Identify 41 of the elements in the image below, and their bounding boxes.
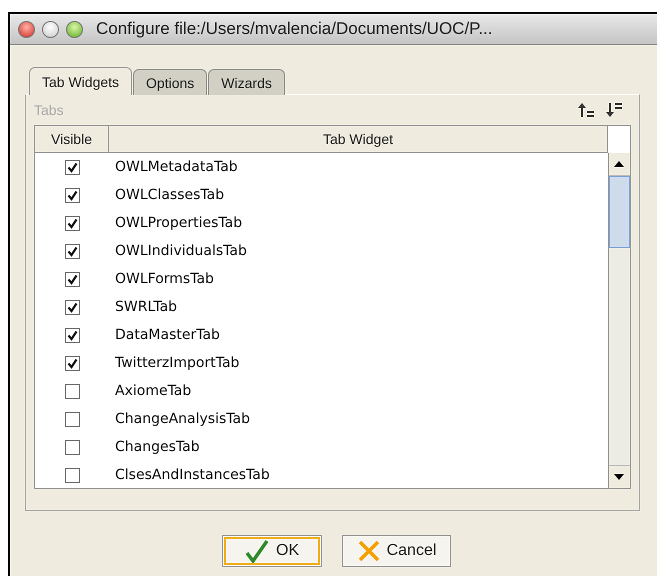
- table-cell-text: ClsesAndInstancesTab: [114, 467, 271, 483]
- zoom-button[interactable]: [66, 20, 83, 38]
- visible-checkbox[interactable]: [64, 160, 80, 174]
- table-cell-text: OWLMetadataTab: [114, 159, 239, 175]
- visible-checkbox[interactable]: [64, 384, 80, 398]
- table-cell-text: AxiomeTab: [114, 383, 192, 399]
- column-header[interactable]: Visible: [35, 126, 109, 152]
- visible-checkbox[interactable]: [64, 328, 80, 342]
- table-cell-text: TwitterzImportTab: [114, 355, 240, 371]
- tab[interactable]: Tab Widgets: [29, 67, 132, 95]
- tab[interactable]: Options: [133, 69, 208, 95]
- section-label: Tabs: [34, 102, 65, 118]
- table-cell-text: SWRLTab: [114, 299, 178, 315]
- checkmark-icon: [244, 538, 270, 564]
- visible-checkbox[interactable]: [64, 244, 80, 258]
- dialog-button[interactable]: Cancel: [342, 535, 452, 567]
- visible-checkbox[interactable]: [64, 272, 80, 286]
- table-cell-text: DataMasterTab: [114, 327, 221, 343]
- table-cell-text: ChangesTab: [114, 439, 201, 455]
- table-cell-text: OWLPropertiesTab: [114, 215, 244, 231]
- window-title: Configure file:/Users/mvalencia/Documents/UOC/P...: [96, 19, 493, 39]
- minimize-button[interactable]: [42, 20, 59, 38]
- visible-checkbox[interactable]: [64, 216, 80, 230]
- visible-checkbox[interactable]: [64, 412, 80, 426]
- visible-checkbox[interactable]: [64, 440, 80, 454]
- visible-checkbox[interactable]: [64, 300, 80, 314]
- visible-checkbox[interactable]: [64, 468, 80, 482]
- close-button[interactable]: [18, 20, 35, 38]
- scroll-thumb[interactable]: [609, 176, 630, 248]
- table-cell-text: ChangeAnalysisTab: [114, 411, 251, 427]
- move-down-icon[interactable]: [605, 101, 623, 119]
- table-cell-text: OWLIndividualsTab: [114, 243, 248, 259]
- table-cell-text: OWLFormsTab: [114, 271, 215, 287]
- scrollbar[interactable]: [608, 153, 630, 488]
- tab[interactable]: Wizards: [208, 69, 285, 95]
- table-cell-text: OWLClassesTab: [114, 187, 226, 203]
- visible-checkbox[interactable]: [64, 356, 80, 370]
- visible-checkbox[interactable]: [64, 188, 80, 202]
- move-up-icon[interactable]: [577, 101, 595, 119]
- close-icon: [356, 539, 381, 563]
- dialog-button[interactable]: OK: [222, 535, 322, 567]
